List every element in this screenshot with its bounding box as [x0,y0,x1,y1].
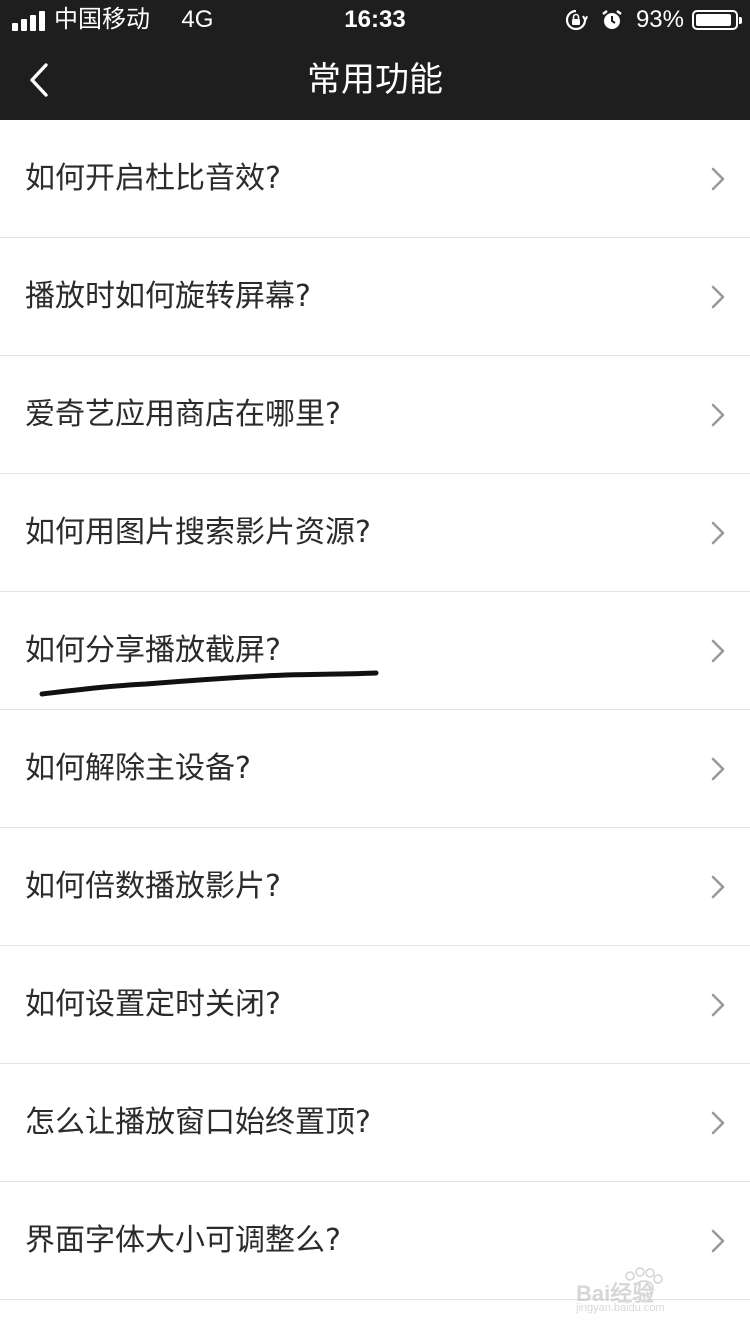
faq-item[interactable]: 如何开启杜比音效? [0,120,750,238]
faq-item-label: 如何分享播放截屏? [25,633,281,668]
faq-item-label: 如何开启杜比音效? [25,161,281,196]
faq-item[interactable]: 如何解除主设备? [0,710,750,828]
faq-item-label: 如何用图片搜索影片资源? [25,515,371,550]
chevron-right-icon [711,993,725,1017]
battery-cap [739,17,742,24]
chevron-right-icon [711,639,725,663]
faq-item-label: 如何倍数播放影片? [25,869,281,904]
chevron-right-icon [711,167,725,191]
watermark-url: jingyan.baidu.com [576,1302,665,1314]
faq-list: 如何开启杜比音效? 播放时如何旋转屏幕? 爱奇艺应用商店在哪里? 如何用图片搜索影片资… [0,120,750,1300]
faq-item-label: 爱奇艺应用商店在哪里? [25,397,341,432]
faq-item-label: 怎么让播放窗口始终置顶? [25,1105,371,1140]
faq-item[interactable]: 如何用图片搜索影片资源? [0,474,750,592]
status-right: 93% [564,6,742,34]
page-title: 常用功能 [307,60,443,100]
faq-item[interactable]: 如何分享播放截屏? [0,592,750,710]
chevron-right-icon [711,403,725,427]
chevron-right-icon [711,1229,725,1253]
alarm-icon [602,10,622,29]
chevron-right-icon [711,757,725,781]
rotation-lock-icon [565,9,588,31]
faq-item[interactable]: 爱奇艺应用商店在哪里? [0,356,750,474]
faq-item-label: 界面字体大小可调整么? [25,1223,341,1258]
faq-item[interactable]: 如何倍数播放影片? [0,828,750,946]
chevron-right-icon [711,1111,725,1135]
faq-item[interactable]: 播放时如何旋转屏幕? [0,238,750,356]
faq-item-label: 如何设置定时关闭? [25,987,281,1022]
screen: 中国移动 4G 16:33 93% 常用功能 如何开启杜比音效? 播放时如何旋转… [0,0,750,1334]
battery-percent: 93% [635,6,684,33]
chevron-right-icon [711,875,725,899]
faq-item-label: 播放时如何旋转屏幕? [25,279,311,314]
faq-item[interactable]: 如何设置定时关闭? [0,946,750,1064]
faq-item[interactable]: 界面字体大小可调整么? [0,1182,750,1300]
status-bar: 中国移动 4G 16:33 93% [0,0,750,40]
battery-fill [696,14,732,26]
chevron-right-icon [711,285,725,309]
nav-bar: 常用功能 [0,40,750,120]
faq-item[interactable]: 怎么让播放窗口始终置顶? [0,1064,750,1182]
chevron-right-icon [711,521,725,545]
faq-item-label: 如何解除主设备? [25,751,251,786]
battery-icon [692,10,742,30]
